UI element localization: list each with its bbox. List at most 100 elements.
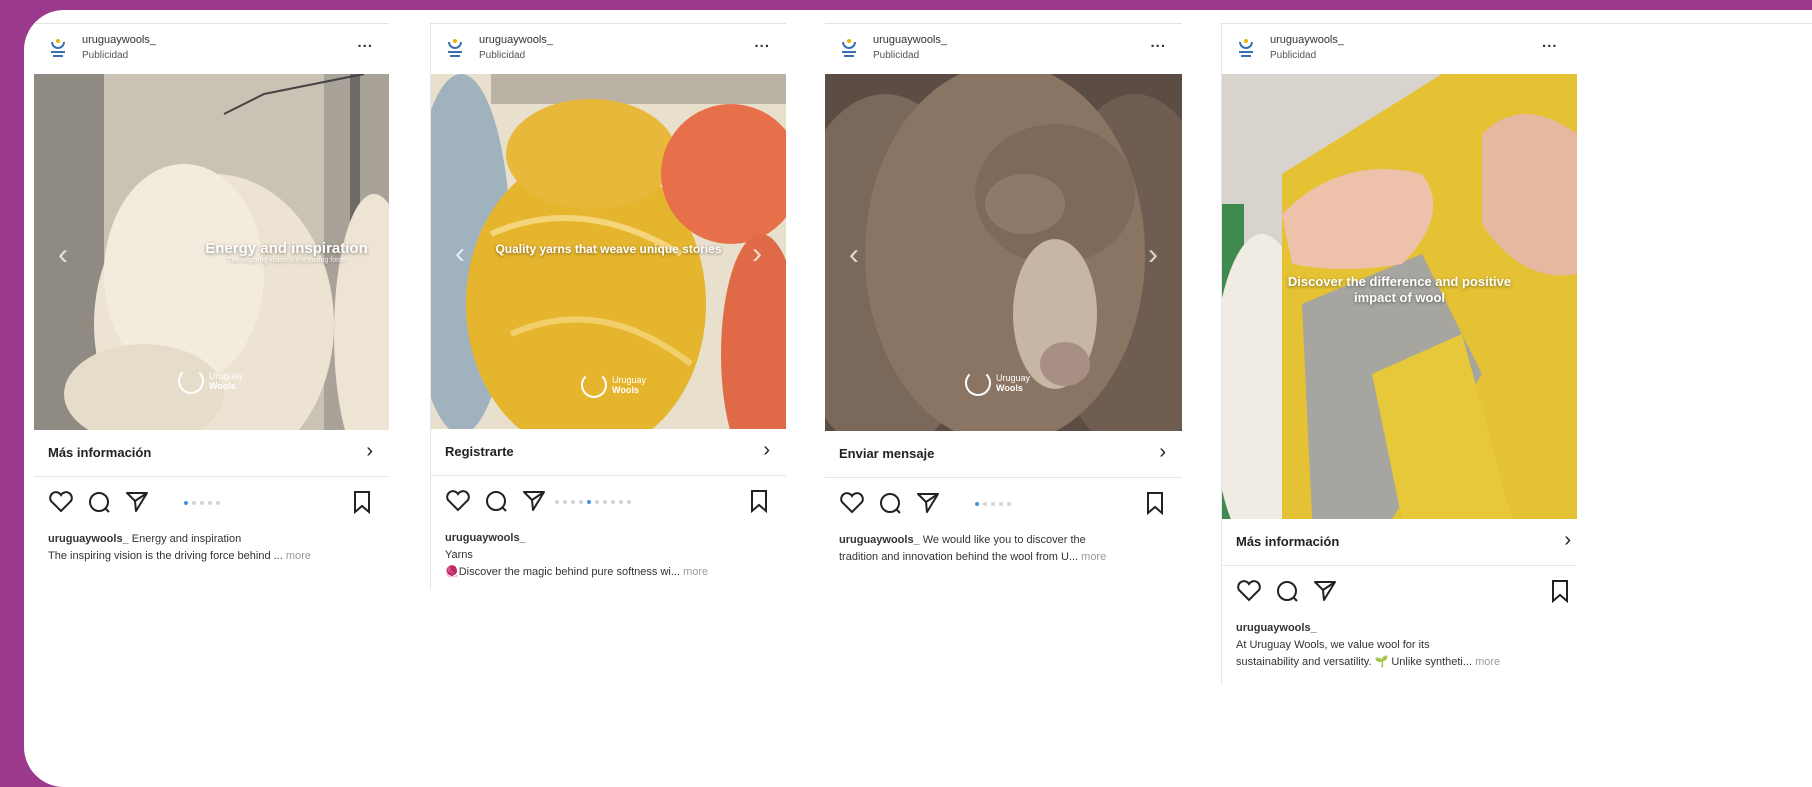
post-header: uruguaywools_ Publicidad ... <box>1222 24 1577 74</box>
more-link[interactable]: more <box>286 550 311 562</box>
caption-line-2: The inspiring vision is the driving forc… <box>48 550 283 562</box>
username[interactable]: uruguaywools_ <box>873 34 947 46</box>
cta-label: Más información <box>1236 534 1340 549</box>
sponsored-label: Publicidad <box>873 50 920 61</box>
post-caption: uruguaywools_ Energy and inspiration The… <box>34 531 389 565</box>
brand-watermark: Uruguay Wools <box>581 372 646 398</box>
ad-post: uruguaywools_ Publicidad ... ‹ › Quality… <box>430 23 786 589</box>
cta-button[interactable]: Más información › <box>1222 519 1577 566</box>
action-bar <box>1222 566 1577 620</box>
caption-line-2: 🧶Discover the magic behind pure softness… <box>445 566 681 578</box>
more-link[interactable]: more <box>1081 551 1106 563</box>
logo-ring-icon <box>581 372 607 398</box>
more-options-icon[interactable]: ... <box>357 34 373 51</box>
like-heart-icon[interactable] <box>48 489 74 515</box>
cta-label: Registrarte <box>445 444 514 459</box>
logo-line-2: Wools <box>996 383 1023 393</box>
more-link[interactable]: more <box>1475 656 1500 668</box>
overlay-title: Energy and inspiration <box>205 240 368 257</box>
like-heart-icon[interactable] <box>1236 578 1262 604</box>
comment-icon[interactable] <box>877 490 903 516</box>
like-heart-icon[interactable] <box>839 490 865 516</box>
more-options-icon[interactable]: ... <box>1150 34 1166 51</box>
sponsored-label: Publicidad <box>82 50 129 61</box>
caption-line-1: At Uruguay Wools, we value wool for its <box>1236 639 1430 651</box>
sponsored-label: Publicidad <box>1270 50 1317 61</box>
chevron-right-icon: › <box>1159 441 1166 463</box>
ad-post: uruguaywools_ Publicidad ... ‹ Energy an… <box>34 23 389 564</box>
caption-line-1: We would like you to discover the <box>922 534 1086 546</box>
logo-line-2: Wools <box>209 381 236 391</box>
logo-line-1: Uruguay <box>209 371 244 381</box>
share-icon[interactable] <box>1312 578 1338 604</box>
comment-icon[interactable] <box>1274 578 1300 604</box>
overlay-title: Quality yarns that weave unique stories <box>495 242 722 256</box>
comment-icon[interactable] <box>483 488 509 514</box>
brand-avatar[interactable] <box>445 36 465 60</box>
action-bar <box>825 478 1182 532</box>
post-caption: uruguaywools_ Yarns 🧶Discover the magic … <box>431 530 786 581</box>
caption-line-2: sustainability and versatility. 🌱 Unlike… <box>1236 656 1473 668</box>
post-header: uruguaywools_ Publicidad ... <box>825 24 1182 74</box>
carousel-dots <box>555 500 631 504</box>
more-options-icon[interactable]: ... <box>754 34 770 51</box>
caption-username[interactable]: uruguaywools_ <box>1236 622 1317 634</box>
cta-button[interactable]: Registrarte › <box>431 429 786 476</box>
cta-label: Enviar mensaje <box>839 446 935 461</box>
ad-post: uruguaywools_ Publicidad ... Discover th… <box>1221 23 1812 684</box>
brand-avatar[interactable] <box>839 36 859 60</box>
brand-avatar[interactable] <box>1236 36 1256 60</box>
logo-ring-icon <box>965 370 991 396</box>
carousel-dots <box>184 501 220 505</box>
cta-button[interactable]: Más información › <box>34 430 389 477</box>
action-bar <box>431 476 786 530</box>
cta-label: Más información <box>48 445 152 460</box>
caption-username[interactable]: uruguaywools_ <box>445 532 526 544</box>
bookmark-icon[interactable] <box>746 488 772 514</box>
like-heart-icon[interactable] <box>445 488 471 514</box>
action-bar <box>34 477 389 531</box>
post-caption: uruguaywools_ At Uruguay Wools, we value… <box>1222 620 1580 671</box>
share-icon[interactable] <box>521 488 547 514</box>
ad-post: uruguaywools_ Publicidad ... ‹ › Uruguay… <box>825 23 1182 564</box>
next-slide-icon[interactable]: › <box>1148 238 1158 272</box>
previous-slide-icon[interactable]: ‹ <box>849 238 859 272</box>
overlay-title: Discover the difference and positive imp… <box>1287 274 1512 305</box>
sponsored-label: Publicidad <box>479 50 526 61</box>
brand-avatar[interactable] <box>48 36 68 60</box>
post-image[interactable]: ‹ Energy and inspiration The inspiring v… <box>34 74 389 430</box>
caption-username[interactable]: uruguaywools_ <box>48 533 129 545</box>
bookmark-icon[interactable] <box>1547 578 1573 604</box>
comment-icon[interactable] <box>86 489 112 515</box>
caption-line-2: tradition and innovation behind the wool… <box>839 551 1079 563</box>
brand-watermark: Uruguay Wools <box>178 368 243 394</box>
post-image[interactable]: ‹ › Quality yarns that weave unique stor… <box>431 74 786 429</box>
caption-line-1: Yarns <box>445 549 473 561</box>
chevron-right-icon: › <box>763 439 770 461</box>
post-image[interactable]: ‹ › Uruguay Wools <box>825 74 1182 431</box>
bookmark-icon[interactable] <box>1142 490 1168 516</box>
chevron-right-icon: › <box>366 440 373 462</box>
logo-line-1: Uruguay <box>996 373 1031 383</box>
logo-line-2: Wools <box>612 385 639 395</box>
username[interactable]: uruguaywools_ <box>82 34 156 46</box>
post-caption: uruguaywools_ We would like you to disco… <box>825 532 1182 566</box>
caption-line-1: Energy and inspiration <box>131 533 242 545</box>
more-link[interactable]: more <box>683 566 708 578</box>
overlay-subtitle: The inspiring vision is the driving forc… <box>227 257 346 264</box>
chevron-right-icon: › <box>1564 529 1571 551</box>
bookmark-icon[interactable] <box>349 489 375 515</box>
more-options-icon[interactable]: ... <box>1542 34 1558 51</box>
username[interactable]: uruguaywools_ <box>1270 34 1344 46</box>
caption-username[interactable]: uruguaywools_ <box>839 534 920 546</box>
post-image[interactable]: Discover the difference and positive imp… <box>1222 74 1577 519</box>
carousel-dots <box>975 502 1011 506</box>
cta-button[interactable]: Enviar mensaje › <box>825 431 1182 478</box>
share-icon[interactable] <box>124 489 150 515</box>
post-header: uruguaywools_ Publicidad ... <box>34 24 389 74</box>
logo-ring-icon <box>178 368 204 394</box>
share-icon[interactable] <box>915 490 941 516</box>
logo-line-1: Uruguay <box>612 375 647 385</box>
username[interactable]: uruguaywools_ <box>479 34 553 46</box>
post-header: uruguaywools_ Publicidad ... <box>431 24 786 74</box>
